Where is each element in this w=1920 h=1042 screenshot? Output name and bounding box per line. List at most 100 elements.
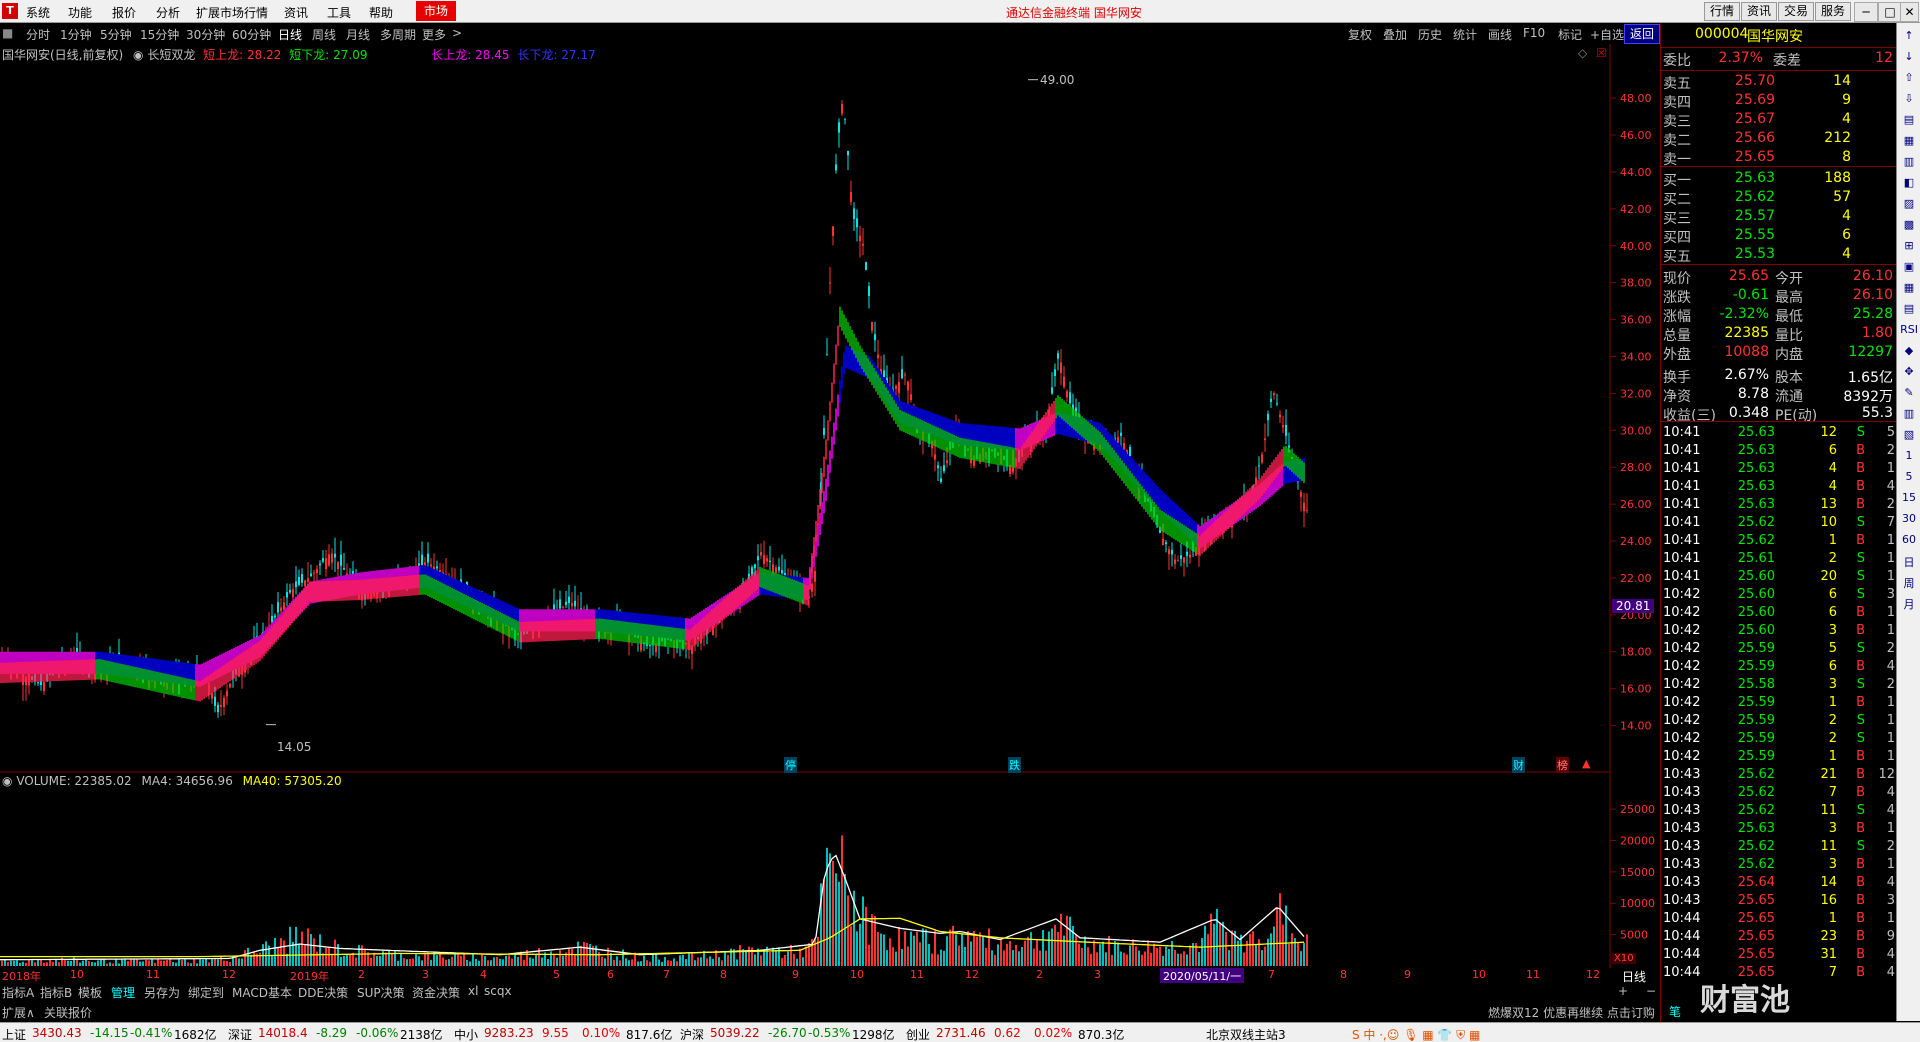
- arrow-down-icon[interactable]: ⇩: [1900, 92, 1918, 105]
- tab-dde[interactable]: DDE决策: [298, 984, 348, 1001]
- bid-level-row[interactable]: 买三 25.57 4: [1663, 208, 1895, 227]
- tool-mark[interactable]: 标记: [1558, 26, 1582, 43]
- tab-manage[interactable]: 管理: [111, 984, 135, 1001]
- move-icon[interactable]: ✥: [1900, 365, 1918, 378]
- promo-ticker[interactable]: 燃爆双12 优惠再继续 点击订购: [1488, 1004, 1655, 1021]
- event-marker-suspend[interactable]: 停: [784, 757, 797, 773]
- period-5min[interactable]: 5分钟: [100, 26, 132, 43]
- menu-item-analysis[interactable]: 分析: [156, 4, 180, 21]
- menu-item-ext-market[interactable]: 扩展市场行情: [196, 4, 268, 21]
- rsi-icon[interactable]: RSI: [1900, 323, 1918, 336]
- chart-icon[interactable]: ▥: [1900, 407, 1918, 420]
- menu-item-help[interactable]: 帮助: [369, 4, 393, 21]
- info-icon[interactable]: ⊞: [1900, 239, 1918, 252]
- return-button[interactable]: 返回: [1624, 24, 1660, 44]
- tool-draw[interactable]: 画线: [1488, 26, 1512, 43]
- bid-level-row[interactable]: 买五 25.53 4: [1663, 246, 1895, 265]
- tool-f10[interactable]: F10: [1523, 26, 1545, 40]
- tab-indicator-a[interactable]: 指标A: [2, 984, 34, 1001]
- period-menu-icon[interactable]: ■: [2, 26, 13, 40]
- top-button-service[interactable]: 服务: [1815, 2, 1852, 21]
- period-1min[interactable]: 1分钟: [60, 26, 92, 43]
- tab-expand[interactable]: 扩展∧: [2, 1004, 35, 1021]
- chart-icon[interactable]: ▥: [1900, 155, 1918, 168]
- ask-level-row[interactable]: 卖五 25.70 14: [1663, 73, 1895, 92]
- tool-adjust[interactable]: 复权: [1348, 26, 1372, 43]
- ask-level-row[interactable]: 卖二 25.66 212: [1663, 130, 1895, 149]
- input-method-icon[interactable]: S 中 ·,☺ 🎙 ▦ 👕 ⛨ ▦: [1352, 1026, 1480, 1042]
- day-icon[interactable]: 日: [1900, 554, 1918, 570]
- menu-item-function[interactable]: 功能: [68, 4, 92, 21]
- bid-level-row[interactable]: 买四 25.55 6: [1663, 227, 1895, 246]
- tab-scqx[interactable]: scqx: [484, 984, 512, 998]
- bid-level-row[interactable]: 买二 25.62 57: [1663, 189, 1895, 208]
- event-marker-drop[interactable]: 跌: [1008, 757, 1021, 773]
- top-button-news[interactable]: 资讯: [1741, 2, 1778, 21]
- close-icon[interactable]: ✕: [1900, 2, 1919, 22]
- ask-level-row[interactable]: 卖三 25.67 4: [1663, 111, 1895, 130]
- period-60min[interactable]: 60分钟: [232, 26, 271, 43]
- period-30min[interactable]: 30分钟: [186, 26, 225, 43]
- menu-item-news[interactable]: 资讯: [284, 4, 308, 21]
- tab-sup[interactable]: SUP决策: [357, 984, 405, 1001]
- chart-icon[interactable]: ▣: [1900, 260, 1918, 273]
- period-tick[interactable]: 分时: [26, 26, 50, 43]
- period-monthly[interactable]: 月线: [346, 26, 370, 43]
- arrow-up-icon[interactable]: ↑: [1900, 29, 1918, 42]
- clock-60-icon[interactable]: 60: [1900, 533, 1918, 546]
- chart-icon[interactable]: ▤: [1900, 113, 1918, 126]
- list-icon[interactable]: ◧: [1900, 176, 1918, 189]
- tab-related-quote[interactable]: 关联报价: [44, 1004, 92, 1021]
- arrow-up-icon[interactable]: ⇧: [1900, 71, 1918, 84]
- tab-indicator-b[interactable]: 指标B: [40, 984, 72, 1001]
- event-marker-finance[interactable]: 财: [1512, 757, 1525, 773]
- ask-level-row[interactable]: 卖四 25.69 9: [1663, 92, 1895, 111]
- clock-15-icon[interactable]: 15: [1900, 491, 1918, 504]
- chart-icon[interactable]: ▤: [1900, 302, 1918, 315]
- zoom-out-icon[interactable]: −: [1646, 984, 1656, 998]
- diamond-icon[interactable]: ◆: [1900, 344, 1918, 357]
- pen-icon[interactable]: ✎: [1900, 386, 1918, 399]
- period-multi[interactable]: 多周期: [380, 26, 416, 43]
- period-weekly[interactable]: 周线: [312, 26, 336, 43]
- tool-history[interactable]: 历史: [1418, 26, 1442, 43]
- tab-ticks[interactable]: 笔: [1669, 1003, 1681, 1020]
- tab-template[interactable]: 模板: [78, 984, 102, 1001]
- period-daily[interactable]: 日线: [278, 26, 302, 43]
- top-button-quote[interactable]: 行情: [1704, 2, 1741, 21]
- tab-bind-to[interactable]: 绑定到: [188, 984, 224, 1001]
- chart-icon[interactable]: ▩: [1900, 218, 1918, 231]
- server-name[interactable]: 北京双线主站3: [1206, 1026, 1286, 1042]
- zoom-in-icon[interactable]: +: [1618, 984, 1628, 998]
- tool-stats[interactable]: 统计: [1453, 26, 1477, 43]
- period-more-arrow-icon[interactable]: >: [452, 26, 462, 40]
- chart-icon[interactable]: ▧: [1900, 428, 1918, 441]
- volume-circle-icon[interactable]: ◉: [2, 774, 12, 788]
- week-icon[interactable]: 周: [1900, 575, 1918, 591]
- maximize-icon[interactable]: □: [1878, 2, 1902, 22]
- tab-fund[interactable]: 资金决策: [412, 984, 460, 1001]
- grid-icon[interactable]: ▦: [1900, 281, 1918, 294]
- market-button[interactable]: 市场: [416, 1, 457, 21]
- menu-item-tools[interactable]: 工具: [327, 4, 351, 21]
- tab-xl[interactable]: xl: [468, 984, 478, 998]
- tool-overlay[interactable]: 叠加: [1383, 26, 1407, 43]
- menu-item-system[interactable]: 系统: [26, 4, 50, 21]
- clock-1-icon[interactable]: 1: [1900, 449, 1918, 462]
- period-15min[interactable]: 15分钟: [140, 26, 179, 43]
- clock-5-icon[interactable]: 5: [1900, 470, 1918, 483]
- month-icon[interactable]: 月: [1900, 596, 1918, 612]
- table-icon[interactable]: ▦: [1900, 134, 1918, 147]
- bid-level-row[interactable]: 买一 25.63 188: [1663, 170, 1895, 189]
- period-more[interactable]: 更多: [422, 26, 446, 43]
- event-marker-rank[interactable]: 榜: [1556, 757, 1569, 773]
- chart-icon[interactable]: ▨: [1900, 197, 1918, 210]
- clock-30-icon[interactable]: 30: [1900, 512, 1918, 525]
- tab-save-as[interactable]: 另存为: [144, 984, 180, 1001]
- menu-item-quote[interactable]: 报价: [112, 4, 136, 21]
- top-button-trade[interactable]: 交易: [1778, 2, 1815, 21]
- arrow-down-icon[interactable]: ↓: [1900, 50, 1918, 63]
- tool-add-watchlist[interactable]: +自选: [1590, 26, 1624, 43]
- minimize-icon[interactable]: ─: [1854, 2, 1878, 22]
- kline-chart[interactable]: 14.0016.0018.0020.0022.0024.0026.0028.00…: [0, 44, 1660, 970]
